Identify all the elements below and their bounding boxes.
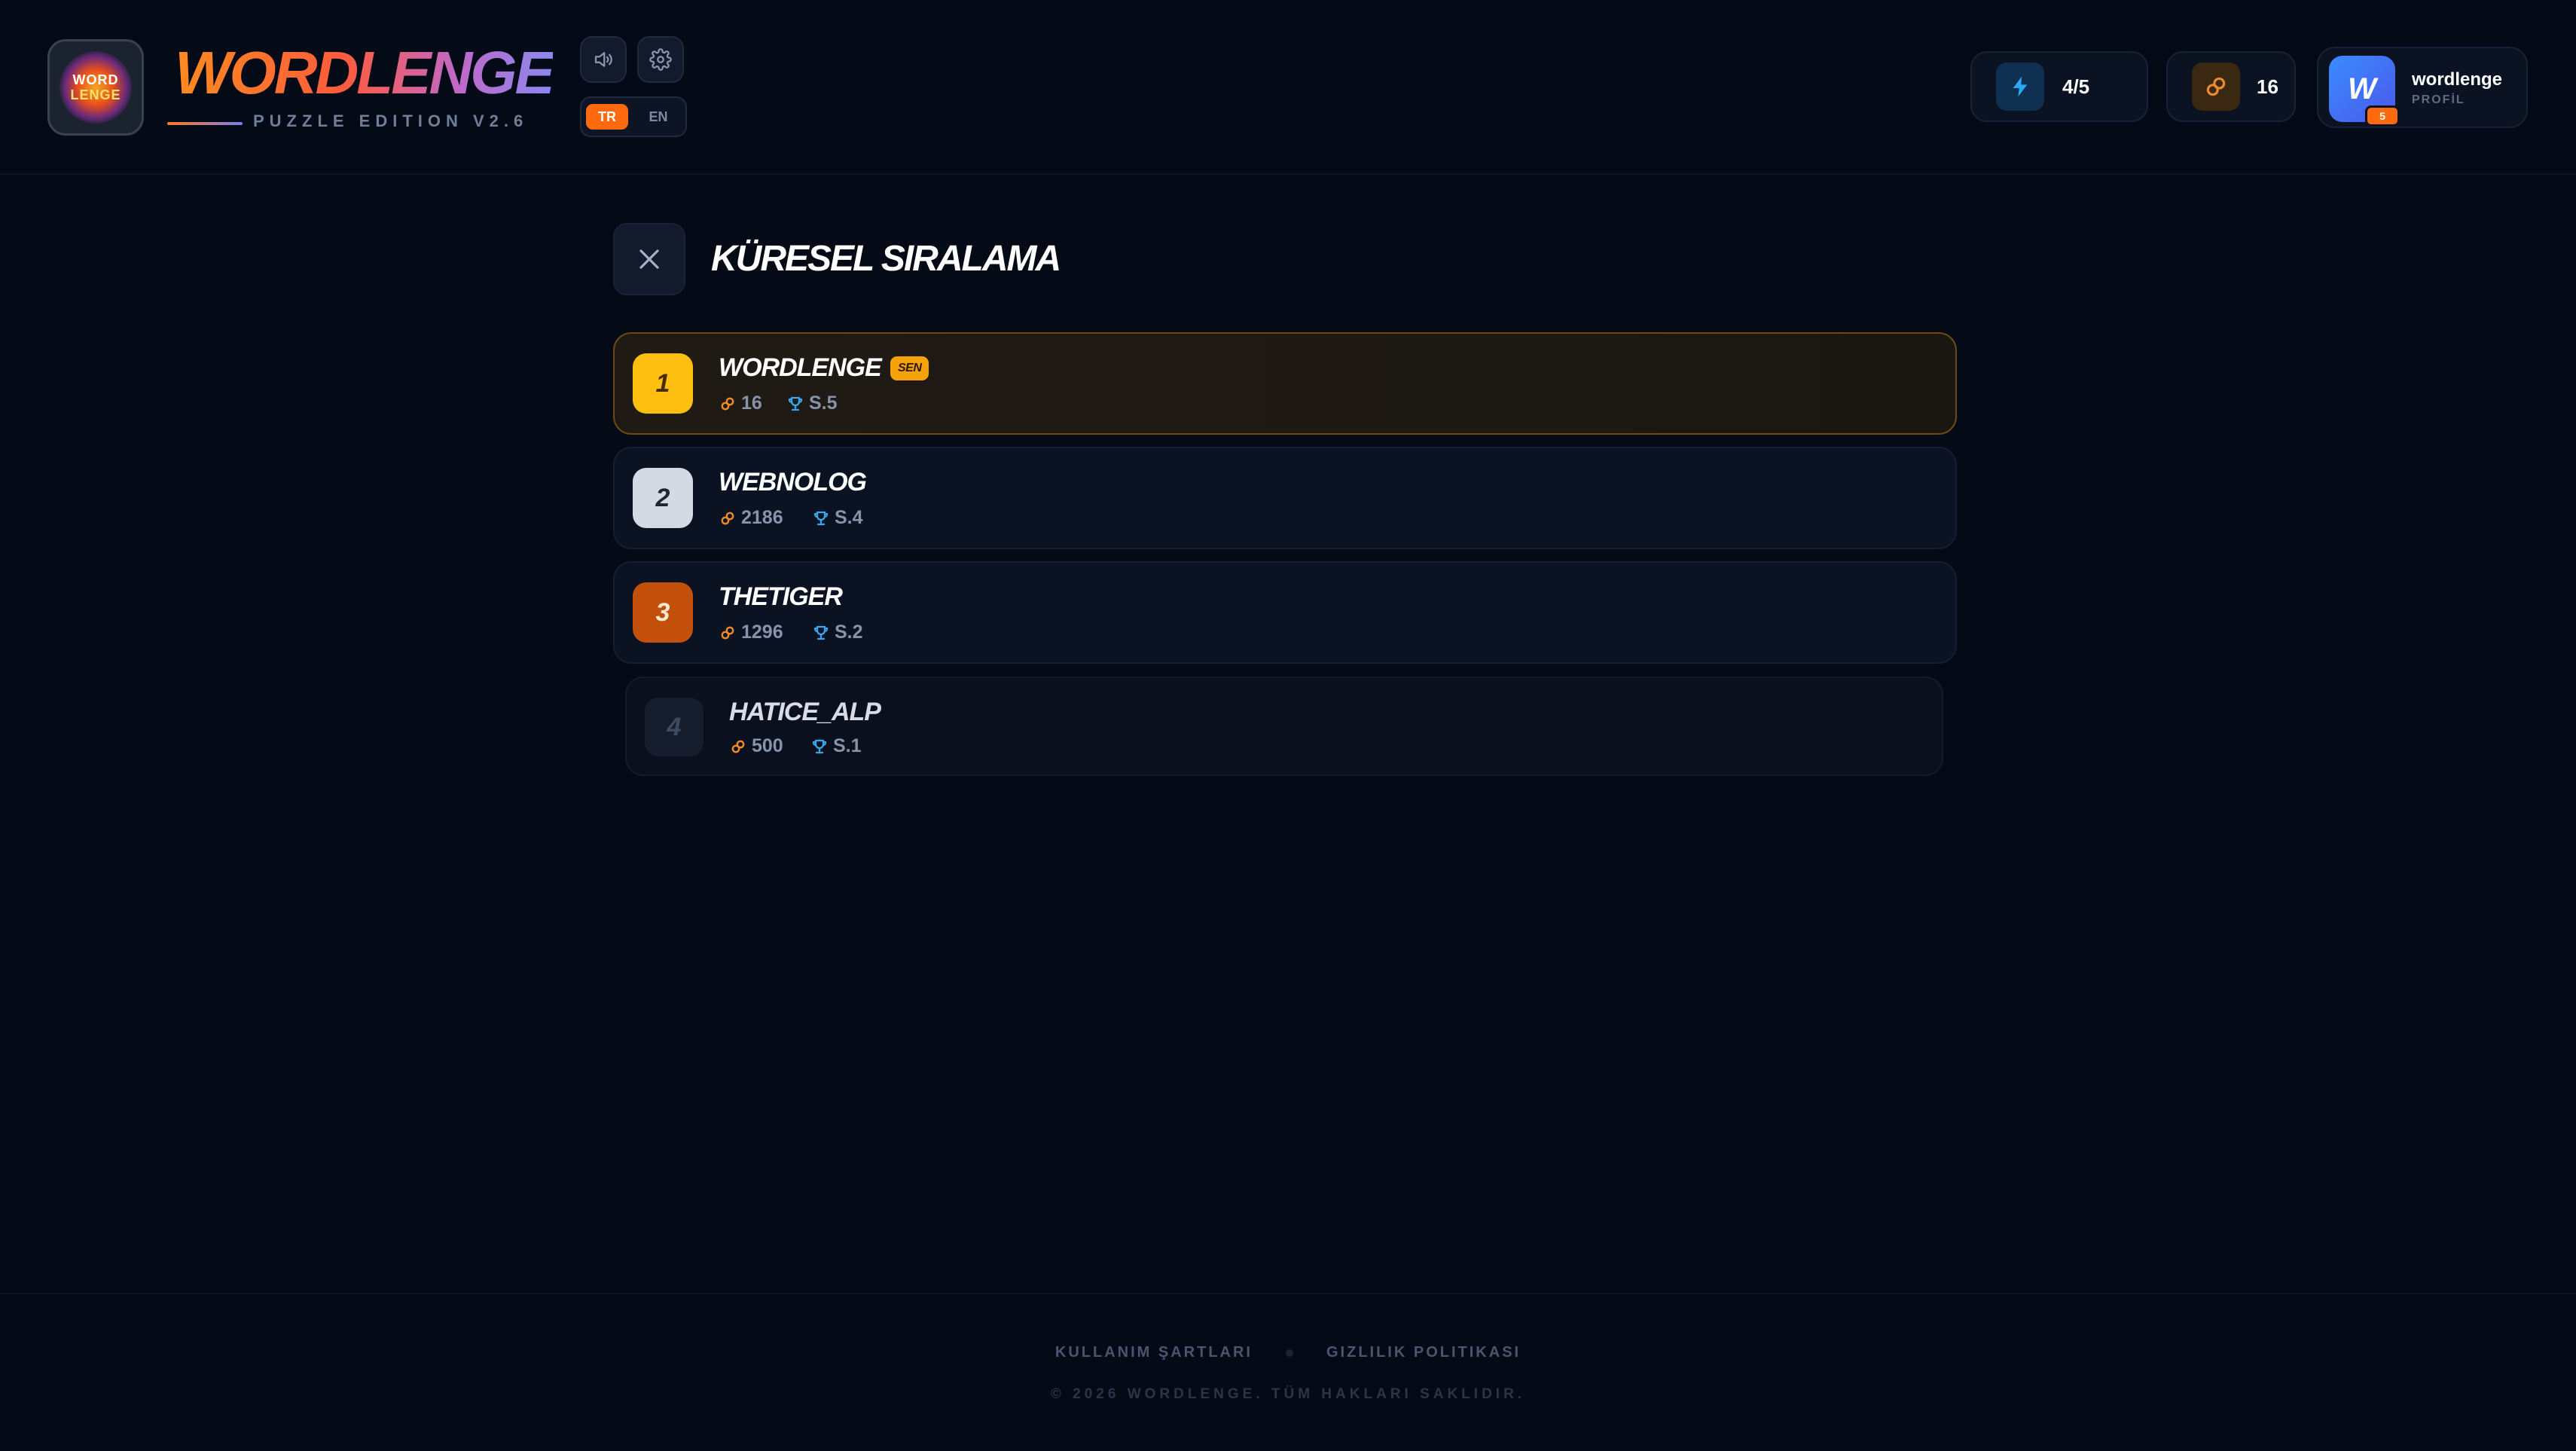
level-value: S.1	[833, 735, 862, 756]
rank-badge: 4	[645, 698, 704, 756]
player-name: WORDLENGE	[719, 353, 882, 382]
logo-emblem: WORD LENGE	[60, 51, 132, 124]
profile-button[interactable]: W 5 wordlenge PROFİL	[2317, 47, 2528, 128]
coin-counter[interactable]: 16	[2166, 51, 2296, 122]
page-title: KÜRESEL SIRALAMA	[711, 239, 1061, 279]
brand: WORDLENGE PUZZLE EDITION V2.6	[167, 39, 555, 134]
leaderboard-row-3[interactable]: 3 THETIGER 1296 S.2	[613, 561, 1957, 664]
coin-value: 16	[2257, 75, 2278, 98]
level-badge: 5	[2365, 105, 2400, 127]
coin-link-icon	[2192, 63, 2240, 111]
energy-counter[interactable]: 4/5	[1970, 51, 2148, 122]
level-value: S.2	[835, 622, 863, 643]
level-value: S.4	[835, 507, 863, 528]
gear-icon	[649, 48, 672, 71]
rank-badge-gold: 1	[633, 353, 693, 414]
leaderboard-row-2[interactable]: 2 WEBNOLOG 2186 S.4	[613, 447, 1957, 549]
language-switch: TR EN	[580, 96, 687, 137]
profile-name: wordlenge	[2412, 69, 2503, 90]
terms-link[interactable]: KULLANIM ŞARTLARI	[1055, 1344, 1253, 1361]
level-value: S.5	[809, 393, 838, 414]
player-score: 500	[729, 735, 783, 757]
lang-option-tr[interactable]: TR	[586, 104, 628, 130]
player-score: 1296	[719, 622, 783, 643]
trophy-icon	[812, 739, 827, 753]
link-icon	[721, 626, 734, 639]
privacy-link[interactable]: GIZLILIK POLITIKASI	[1326, 1344, 1521, 1361]
separator-dot	[1285, 1349, 1293, 1357]
app-logo[interactable]: WORD LENGE	[47, 39, 144, 136]
link-icon	[721, 397, 734, 410]
score-value: 500	[752, 735, 783, 756]
trophy-icon	[813, 625, 829, 640]
score-value: 1296	[741, 622, 783, 643]
score-value: 2186	[741, 507, 783, 528]
player-score: 16	[719, 393, 762, 414]
lang-option-en[interactable]: EN	[637, 104, 679, 130]
trophy-icon	[788, 396, 803, 411]
close-icon	[639, 249, 659, 269]
player-level: S.5	[786, 393, 838, 414]
current-user-badge: SEN	[890, 356, 929, 380]
rank-badge-bronze: 3	[633, 582, 693, 643]
speaker-icon	[594, 52, 612, 67]
trophy-icon	[813, 511, 829, 525]
player-name: HATICE_ALP	[729, 698, 881, 726]
logo-word-2: LENGE	[70, 87, 121, 102]
score-value: 16	[741, 393, 762, 414]
brand-subtitle: PUZZLE EDITION V2.6	[253, 111, 529, 130]
player-level: S.1	[810, 735, 862, 757]
rank-badge-silver: 2	[633, 468, 693, 528]
player-name: THETIGER	[719, 582, 843, 611]
settings-button[interactable]	[637, 36, 684, 83]
top-bar: WORD LENGE WORDLENGE PUZZLE EDITION V2.6…	[0, 0, 2576, 175]
energy-value: 4/5	[2062, 75, 2090, 98]
copyright: © 2026 WORDLENGE. TÜM HAKLARI SAKLIDIR.	[1050, 1386, 1526, 1402]
player-name: WEBNOLOG	[719, 468, 867, 496]
player-level: S.2	[812, 622, 863, 643]
brand-title: WORDLENGE	[175, 39, 555, 106]
footer-links: KULLANIM ŞARTLARI GIZLILIK POLITIKASI	[0, 1344, 2576, 1361]
link-icon	[721, 512, 734, 524]
player-score: 2186	[719, 507, 783, 529]
player-level: S.4	[812, 507, 863, 529]
leaderboard-row-4[interactable]: 4 HATICE_ALP 500 S.1	[625, 677, 1943, 776]
close-button[interactable]	[613, 223, 685, 295]
profile-label: PROFİL	[2412, 93, 2465, 106]
lightning-icon	[1996, 63, 2044, 111]
leaderboard-row-1[interactable]: 1 WORDLENGE SEN 16 S.5	[613, 332, 1957, 435]
logo-word-1: WORD	[72, 72, 119, 87]
link-icon	[731, 740, 745, 753]
sound-toggle-button[interactable]	[580, 36, 627, 83]
brand-underline	[167, 122, 243, 125]
footer: KULLANIM ŞARTLARI GIZLILIK POLITIKASI © …	[0, 1293, 2576, 1451]
